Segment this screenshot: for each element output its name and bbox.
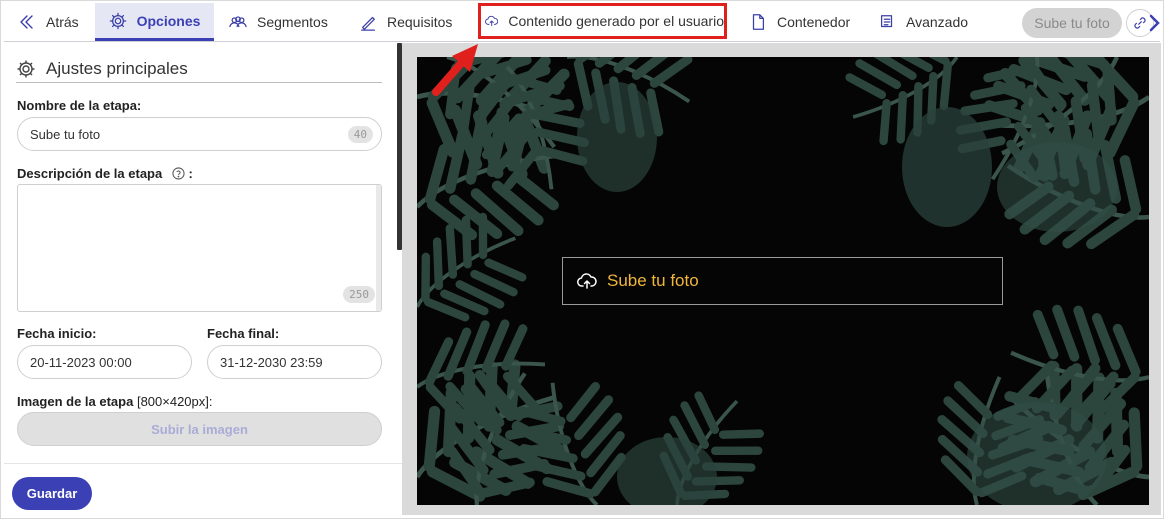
start-date-value: 20-11-2023 00:00: [30, 354, 132, 370]
end-date-value: 31-12-2030 23:59: [220, 354, 323, 370]
image-label-text: Imagen de la etapa: [17, 394, 134, 409]
gear-icon: [17, 60, 35, 77]
back-button[interactable]: Atrás: [18, 3, 79, 41]
description-label-suffix: :: [188, 166, 193, 181]
gear-icon: [109, 12, 126, 29]
upload-image-button[interactable]: Subir la imagen: [17, 412, 382, 446]
cloud-upload-icon: [485, 15, 499, 27]
stage-preview: Sube tu foto: [417, 57, 1149, 505]
textarea-scrollbar[interactable]: [376, 185, 381, 311]
tab-contenedor[interactable]: Contenedor: [749, 3, 850, 41]
tab-label: Contenido generado por el usuario: [508, 13, 724, 29]
notes-icon: [880, 15, 893, 28]
image-size-hint: [800×420px]:: [136, 394, 213, 409]
tab-segmentos[interactable]: Segmentos: [229, 3, 328, 41]
start-date-label: Fecha inicio:: [17, 326, 97, 341]
preview-area: Sube tu foto: [402, 43, 1161, 515]
tab-label: Requisitos: [387, 14, 453, 30]
tab-avanzado[interactable]: Avanzado: [878, 3, 968, 41]
bottom-bar: Guardar: [4, 463, 402, 515]
tab-label: Segmentos: [257, 14, 328, 30]
cta-label: Sube tu foto: [607, 271, 699, 290]
tab-contenido-generado[interactable]: Contenido generado por el usuario: [478, 3, 727, 39]
char-counter: 40: [347, 126, 373, 143]
section-header: Ajustes principales: [16, 55, 382, 83]
stage-image-label: Imagen de la etapa [800×420px]:: [17, 394, 213, 409]
tab-label: Avanzado: [906, 14, 969, 30]
stage-name-input[interactable]: Sube tu foto 40: [17, 117, 382, 151]
section-title: Ajustes principales: [46, 58, 188, 78]
back-label: Atrás: [46, 14, 79, 30]
tab-requisitos[interactable]: Requisitos: [359, 3, 452, 41]
stage-tab-button[interactable]: Sube tu foto: [1022, 8, 1122, 38]
pen-icon: [361, 16, 375, 31]
help-icon[interactable]: [172, 167, 185, 180]
stage-name-label: Nombre de la etapa:: [17, 98, 142, 113]
end-date-label: Fecha final:: [207, 326, 280, 341]
char-counter: 250: [343, 286, 375, 303]
stage-description-textarea[interactable]: 250: [17, 184, 382, 312]
upload-photo-cta[interactable]: Sube tu foto: [562, 257, 1003, 305]
document-icon: [752, 14, 765, 30]
annotation-arrow-icon: [432, 44, 478, 96]
stage-description-label: Descripción de la etapa :: [17, 166, 193, 181]
stage-name-value: Sube tu foto: [30, 126, 101, 142]
users-icon: [229, 16, 247, 28]
tab-label: Contenedor: [777, 14, 851, 30]
top-navigation: Atrás Opciones Segmentos Requisitos Cont…: [4, 3, 1160, 42]
tab-label: Opciones: [136, 12, 201, 29]
double-chevron-left-icon: [20, 15, 33, 29]
cloud-upload-icon: [577, 273, 597, 289]
settings-panel: Ajustes principales Nombre de la etapa: …: [4, 43, 398, 463]
start-date-input[interactable]: 20-11-2023 00:00: [17, 345, 192, 379]
tab-opciones[interactable]: Opciones: [95, 3, 214, 41]
description-label-text: Descripción de la etapa: [17, 166, 163, 181]
end-date-input[interactable]: 31-12-2030 23:59: [207, 345, 382, 379]
chevron-right-icon[interactable]: [1147, 12, 1161, 34]
save-button[interactable]: Guardar: [12, 477, 92, 510]
